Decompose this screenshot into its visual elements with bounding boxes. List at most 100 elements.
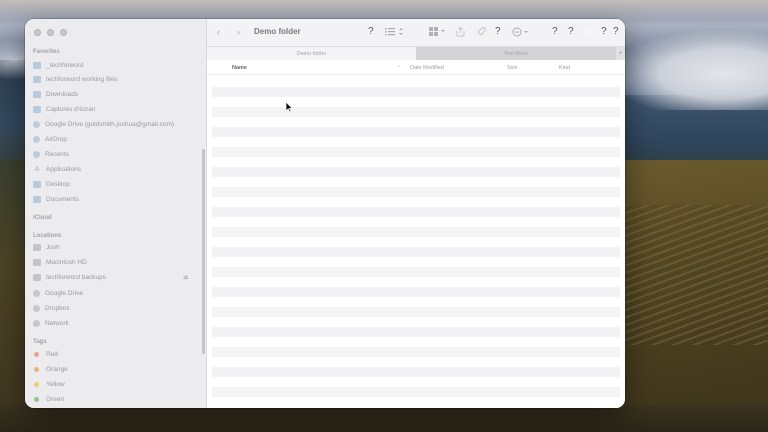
sidebar-tag-yellow[interactable]: Yellow [33,378,201,390]
folder-icon [33,61,41,69]
sidebar-item-label: Documents [46,195,79,203]
sidebar-item-techforword-backups[interactable]: techforword backups [33,271,201,283]
tag-icon[interactable] [477,27,486,40]
zoom-window-button[interactable] [60,29,67,36]
sidebar-item-josh[interactable]: Josh [33,241,201,253]
sidebar-scrollbar[interactable] [202,149,205,354]
wallpaper-cloud-right [610,30,768,110]
sidebar-item-desktop[interactable]: Desktop [33,178,201,190]
icloud-section-title[interactable]: iCloud [33,215,52,221]
downloads-folder-icon [33,90,41,98]
column-date-modified[interactable]: Date Modified [410,65,444,71]
list-row [212,277,620,287]
list-row [212,137,620,147]
sidebar-tag-orange[interactable]: Orange [33,363,201,375]
list-row [212,267,620,277]
tab-test-kilam[interactable]: Test kilam [416,47,616,60]
sidebar-item-dropbox[interactable]: Dropbox [33,302,201,314]
network-icon [33,319,40,327]
sidebar-item-label: Google Drive [45,289,83,297]
help-glyph-3[interactable]: ? [552,26,558,38]
list-row [212,327,620,337]
tab-bar: Demo folder Test kilam + [207,46,625,60]
sidebar-item-applications[interactable]: A Applications [33,163,201,175]
chevron-up-icon: ⌃ [397,65,402,71]
help-glyph-6[interactable]: ? [613,26,619,38]
ellipsis-circle-icon[interactable] [512,27,530,40]
back-button[interactable]: ‹ [217,26,220,38]
sidebar-item-documents[interactable]: Documents [33,193,201,205]
minimize-window-button[interactable] [47,29,54,36]
list-row [212,347,620,357]
list-row [212,187,620,197]
list-row [212,197,620,207]
tags-section-title: Tags [33,339,47,345]
sidebar-item-airdrop[interactable]: AirDrop [33,133,201,145]
applications-icon: A [34,165,40,173]
locations-section-title: Locations [33,233,62,239]
help-glyph-4[interactable]: ? [568,26,574,38]
list-row [212,357,620,367]
list-view-icon[interactable] [385,27,405,39]
help-glyph-1[interactable]: ? [368,26,374,38]
sidebar-item-recents[interactable]: Recents [33,148,201,160]
column-kind[interactable]: Kind [559,65,570,71]
mouse-pointer-icon [285,100,294,118]
sidebar-item-techforword[interactable]: _techforword [33,59,201,71]
tab-demo-folder[interactable]: Demo folder [207,47,416,60]
grid-group-icon[interactable] [429,27,447,39]
wallpaper-clouds-top [0,0,768,20]
new-tab-button[interactable]: + [616,47,625,60]
help-glyph-2[interactable]: ? [495,26,501,38]
share-icon[interactable] [456,26,465,40]
sidebar-tag-red[interactable]: Red [33,348,201,360]
list-row [212,367,620,377]
list-row [212,217,620,227]
sidebar-item-label: Orange [46,365,68,373]
sidebar-item-network[interactable]: Network [33,317,201,329]
main-pane: ‹ › Demo folder ? ? ? ? ? ? Demo folder … [207,19,625,408]
sidebar-item-label: Captures d’écran [46,105,96,113]
list-row [212,397,620,407]
folder-icon [33,105,41,113]
favorites-section-title: Favorites [33,49,60,55]
sidebar-item-label: Network [45,319,69,327]
tag-red-dot-icon [34,351,39,357]
list-row [212,117,620,127]
laptop-icon [33,243,41,251]
column-size[interactable]: Size [507,65,518,71]
sidebar-item-downloads[interactable]: Downloads [33,88,201,100]
tag-green-dot-icon [34,396,39,402]
list-row [212,157,620,167]
list-row [212,307,620,317]
list-row [212,257,620,267]
forward-button[interactable]: › [237,26,240,38]
window-controls [34,29,67,36]
sidebar-item-google-drive[interactable]: Google Drive [33,287,201,299]
list-row [212,227,620,237]
document-icon [33,195,41,203]
airdrop-icon [33,135,40,143]
sidebar-item-label: Josh [46,243,60,251]
sidebar-item-label: Macintosh HD [46,258,87,266]
sidebar-item-macintosh-hd[interactable]: Macintosh HD [33,256,201,268]
help-glyph-5[interactable]: ? [601,26,607,38]
list-row [212,87,620,97]
sidebar-item-label: Desktop [46,180,70,188]
close-window-button[interactable] [34,29,41,36]
eject-icon[interactable]: ⏏ [183,274,189,281]
list-row [212,237,620,247]
external-disk-icon [33,273,41,281]
file-list[interactable] [212,77,625,407]
google-drive-icon [33,120,40,128]
column-name[interactable]: Name [232,65,247,71]
sidebar-item-label: Downloads [46,90,79,98]
sidebar-item-captures[interactable]: Captures d’écran [33,103,201,115]
sidebar-tag-green[interactable]: Green [33,393,201,405]
sidebar-item-google-drive-account[interactable]: Google Drive (goldsmith.joshua@gmail.com… [33,118,201,130]
sidebar-item-techforword-working-files[interactable]: techforword working files [33,73,201,85]
window-title: Demo folder [254,27,301,36]
sidebar-item-label: Green [46,395,65,403]
list-row [212,167,620,177]
sidebar-item-label: Yellow [46,380,65,388]
